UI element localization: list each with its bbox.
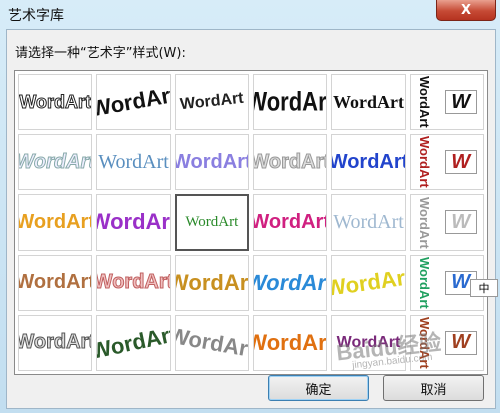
- wordart-style-5-4[interactable]: WordArt: [253, 314, 328, 371]
- wordart-preview-w-icon: W: [444, 150, 477, 175]
- wordart-style-5-2[interactable]: WordArt: [96, 314, 171, 371]
- wordart-style-1-2[interactable]: WordArt: [96, 74, 171, 131]
- wordart-style-4-3[interactable]: WordArt: [174, 254, 249, 311]
- wordart-preview-vertical: WordArt: [416, 196, 432, 249]
- wordart-style-3-2[interactable]: WordArt: [96, 194, 171, 251]
- wordart-style-4-1[interactable]: WordArt: [18, 254, 93, 311]
- wordart-preview-text: WordArt: [253, 269, 328, 295]
- wordart-preview-text: WordArt: [96, 81, 171, 122]
- wordart-preview-text: WordArt: [96, 321, 171, 364]
- wordart-preview-text: WordArt: [333, 210, 404, 233]
- wordart-preview-text: WordArt: [18, 331, 93, 354]
- wordart-preview-vertical: WordArt: [416, 256, 432, 309]
- wordart-style-1-6[interactable]: WordArt W: [409, 74, 484, 131]
- cancel-button[interactable]: 取消: [383, 375, 484, 401]
- wordart-style-2-4[interactable]: WordArt: [253, 134, 328, 191]
- wordart-preview-text: WordArt: [174, 322, 249, 363]
- wordart-style-3-6[interactable]: WordArt W: [409, 194, 484, 251]
- wordart-preview-vertical: WordArt: [416, 136, 432, 189]
- wordart-preview-text: WordArt: [331, 263, 406, 301]
- wordart-preview-text: WordArt: [176, 269, 249, 295]
- wordart-preview-text: WordArt: [97, 209, 170, 235]
- wordart-preview-text: WordArt: [179, 89, 245, 114]
- wordart-style-1-1[interactable]: WordArt: [18, 74, 93, 131]
- wordart-style-1-4[interactable]: WordArt: [253, 74, 328, 131]
- wordart-style-3-1[interactable]: WordArt: [18, 194, 93, 251]
- wordart-preview-text: WordArt: [19, 91, 91, 112]
- wordart-preview-vertical: WordArt: [416, 76, 432, 128]
- wordart-style-2-2[interactable]: WordArt: [96, 134, 171, 191]
- ime-indicator[interactable]: 中: [470, 279, 498, 297]
- wordart-style-2-1[interactable]: WordArt: [18, 134, 93, 191]
- wordart-preview-text: WordArt: [18, 150, 93, 173]
- wordart-style-1-3[interactable]: WordArt: [174, 74, 249, 131]
- wordart-preview-text: WordArt: [253, 210, 328, 233]
- wordart-style-2-5[interactable]: WordArt: [331, 134, 406, 191]
- wordart-preview-w-icon: W: [444, 90, 477, 115]
- wordart-style-2-6[interactable]: WordArt W: [409, 134, 484, 191]
- wordart-preview-text: WordArt: [332, 91, 404, 112]
- close-icon: X: [460, 2, 472, 18]
- wordart-preview-text: WordArt: [254, 329, 327, 355]
- dialog-window: 艺术字库 X 请选择一种“艺术字”样式(W): WordArt WordArt …: [0, 0, 500, 413]
- wordart-style-1-5[interactable]: WordArt: [331, 74, 406, 131]
- wordart-style-3-3[interactable]: WordArt: [174, 194, 249, 251]
- wordart-style-4-5[interactable]: WordArt: [331, 254, 406, 311]
- wordart-style-5-1[interactable]: WordArt: [18, 314, 93, 371]
- wordart-style-4-2[interactable]: WordArt: [96, 254, 171, 311]
- wordart-preview-text: WordArt: [185, 213, 239, 230]
- wordart-preview-w-icon: W: [444, 330, 477, 355]
- wordart-style-3-4[interactable]: WordArt: [253, 194, 328, 251]
- wordart-style-2-3[interactable]: WordArt: [174, 134, 249, 191]
- wordart-preview-text: WordArt: [174, 150, 249, 173]
- close-button[interactable]: X: [436, 0, 496, 21]
- wordart-preview-text: WordArt: [18, 271, 93, 294]
- style-prompt-label: 请选择一种“艺术字”样式(W):: [15, 46, 186, 61]
- wordart-preview-text: WordArt: [331, 150, 406, 173]
- title-bar[interactable]: 艺术字库 X: [0, 0, 500, 28]
- wordart-style-4-4[interactable]: WordArt: [253, 254, 328, 311]
- wordart-style-3-5[interactable]: WordArt: [331, 194, 406, 251]
- wordart-preview-text: WordArt: [98, 150, 169, 173]
- wordart-style-5-3[interactable]: WordArt: [174, 314, 249, 371]
- wordart-preview-text: WordArt: [96, 271, 171, 294]
- window-title: 艺术字库: [8, 8, 64, 24]
- wordart-preview-w-icon: W: [444, 210, 477, 235]
- ok-button[interactable]: 确定: [268, 375, 369, 401]
- ime-mode-label: 中: [478, 282, 490, 295]
- wordart-preview-text: WordArt: [18, 210, 93, 233]
- wordart-preview-text: WordArt: [254, 86, 327, 117]
- wordart-preview-text: WordArt: [253, 150, 328, 173]
